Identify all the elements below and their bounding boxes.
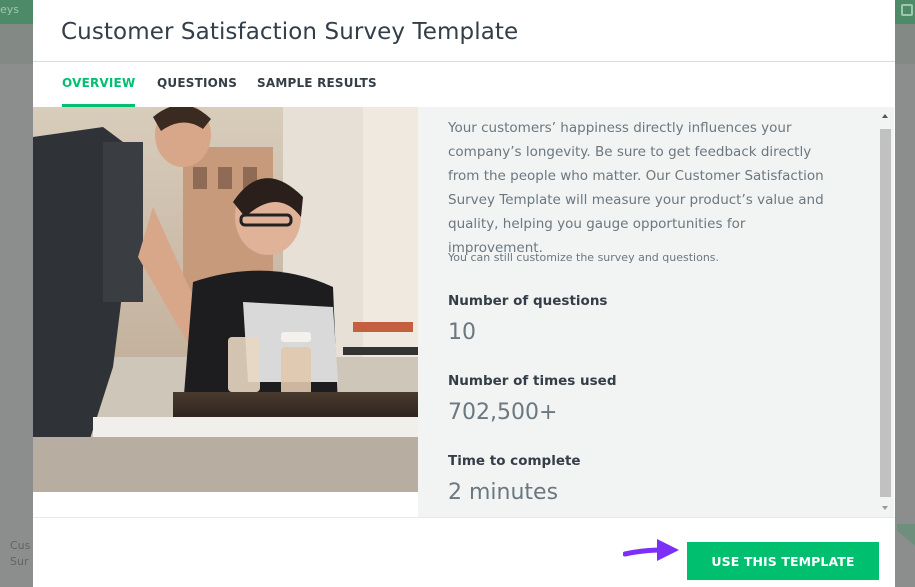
scrollbar-thumb[interactable] xyxy=(880,129,891,497)
stat-value-questions: 10 xyxy=(448,320,476,345)
template-photo xyxy=(33,107,418,492)
chevron-down-icon[interactable] xyxy=(877,502,894,514)
arrow-right-icon xyxy=(623,539,679,561)
chevron-up-icon[interactable] xyxy=(877,110,894,122)
stat-value-time-to-complete: 2 minutes xyxy=(448,480,559,505)
cafe-photo-illustration xyxy=(33,107,418,492)
details-scrollbar[interactable] xyxy=(877,107,894,517)
stat-label-time-to-complete: Time to complete xyxy=(448,453,581,469)
template-description: Your customers’ happiness directly influ… xyxy=(448,120,824,256)
background-card-text: Cus Sur xyxy=(10,538,30,570)
customize-note: You can still customize the survey and q… xyxy=(448,251,720,264)
modal-title: Customer Satisfaction Survey Template xyxy=(61,19,519,45)
stat-label-times-used: Number of times used xyxy=(448,373,617,389)
template-details-panel: Your customers’ happiness directly influ… xyxy=(418,107,894,517)
background-chip xyxy=(897,524,915,546)
stat-label-questions: Number of questions xyxy=(448,293,608,309)
template-preview-modal: Customer Satisfaction Survey Template OV… xyxy=(33,0,895,587)
background-grid-icon xyxy=(901,4,913,16)
background-topbar-text: eys xyxy=(0,3,20,16)
tab-overview[interactable]: OVERVIEW xyxy=(62,76,136,107)
background-card-line1: Cus xyxy=(10,539,31,552)
tab-bar: OVERVIEW QUESTIONS SAMPLE RESULTS xyxy=(33,62,895,107)
tab-sample-results[interactable]: SAMPLE RESULTS xyxy=(257,76,377,107)
footer-divider xyxy=(33,517,895,518)
background-card-line2: Sur xyxy=(10,555,29,568)
tab-questions[interactable]: QUESTIONS xyxy=(157,76,237,107)
stat-value-times-used: 702,500+ xyxy=(448,400,558,425)
use-this-template-button[interactable]: USE THIS TEMPLATE xyxy=(687,542,879,580)
